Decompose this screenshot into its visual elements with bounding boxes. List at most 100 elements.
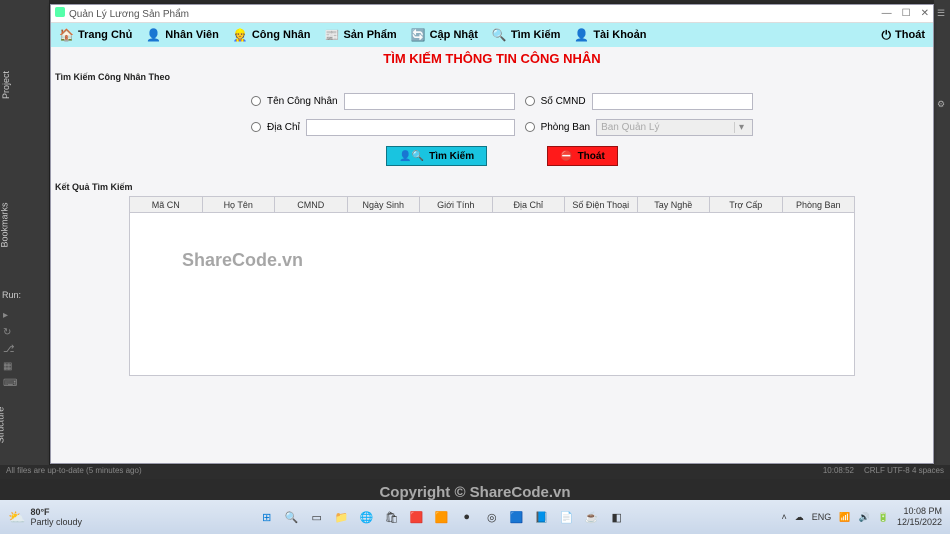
java-icon[interactable]: ☕ (582, 507, 602, 527)
input-name[interactable] (344, 93, 515, 110)
ide-tab-bookmarks[interactable]: Bookmarks (0, 202, 10, 247)
status-encoding: CRLF UTF-8 4 spaces (864, 466, 944, 478)
home-icon: 🏠 (59, 28, 74, 42)
col-dia-chi[interactable]: Địa Chỉ (493, 197, 566, 212)
combo-dept[interactable]: Ban Quản Lý ▾ (596, 119, 753, 136)
search-icon: 🔍 (492, 28, 507, 42)
menu-search[interactable]: 🔍 Tìm Kiếm (492, 28, 560, 42)
radio-dept[interactable] (525, 122, 535, 132)
col-gioi-tinh[interactable]: Giới Tính (420, 197, 493, 212)
tray-battery-icon[interactable]: 🔋 (878, 512, 889, 523)
tray-clock[interactable]: 10:08 PM 12/15/2022 (897, 506, 942, 528)
status-left: All files are up-to-date (5 minutes ago) (6, 466, 142, 478)
menu-bar: 🏠Trang Chủ 👤 Nhân Viên 👷Công Nhân 📰Sản Ph… (51, 23, 933, 47)
news-icon: 📰 (325, 28, 340, 42)
col-ho-ten[interactable]: Họ Tên (203, 197, 276, 212)
taskbar-search-icon[interactable]: 🔍 (282, 507, 302, 527)
radio-cmnd[interactable] (525, 96, 535, 106)
taskbar-weather[interactable]: ⛅ 80°F Partly cloudy (0, 507, 110, 527)
exit-button[interactable]: ⛔ Thoát (547, 146, 618, 166)
col-tay-nghe[interactable]: Tay Nghề (638, 197, 711, 212)
tray-volume-icon[interactable]: 🔊 (859, 512, 870, 523)
search-person-icon: 👤🔍 (399, 151, 424, 162)
input-address[interactable] (306, 119, 515, 136)
ide-tab-structure[interactable]: Structure (0, 407, 5, 444)
menu-exit[interactable]: ⏻Thoát (882, 28, 925, 43)
col-tro-cap[interactable]: Trợ Cấp (710, 197, 783, 212)
notif-icon[interactable]: ☰ (937, 8, 945, 19)
gear-icon[interactable]: ⚙ (937, 99, 945, 110)
explorer-icon[interactable]: 📁 (332, 507, 352, 527)
menu-staff-label: Nhân Viên (165, 29, 219, 41)
menu-account[interactable]: 👤Tài Khoản (574, 28, 646, 42)
ide-tab-project[interactable]: Project (1, 71, 11, 99)
tray-wifi-icon[interactable]: 📶 (839, 512, 850, 523)
result-grid[interactable]: Mã CN Họ Tên CMND Ngày Sinh Giới Tính Đị… (129, 196, 855, 376)
status-time: 10:08:52 (823, 466, 854, 478)
taskbar-center: ⊞ 🔍 ▭ 📁 🌐 🛍 🟥 🟧 ● ◎ 🟦 📘 📄 ☕ ◧ (110, 507, 774, 527)
menu-update[interactable]: 🔄 Cập Nhật (411, 28, 478, 42)
minimize-icon[interactable]: — (882, 8, 892, 19)
window-title: Quản Lý Lương Sản Phẩm (69, 9, 189, 20)
app-icon (55, 7, 65, 17)
menu-home[interactable]: 🏠Trang Chủ (59, 28, 132, 42)
app5-icon[interactable]: 📄 (557, 507, 577, 527)
label-address: Địa Chỉ (267, 122, 300, 133)
menu-staff[interactable]: 👤 Nhân Viên (146, 28, 219, 42)
menu-worker[interactable]: 👷Công Nhân (233, 28, 311, 42)
chevron-down-icon: ▾ (734, 122, 748, 133)
ide-left-gutter: Project Bookmarks Structure Run: ▸ ↻ ⎇ ▦… (0, 0, 50, 465)
label-cmnd: Số CMND (541, 96, 586, 107)
col-sdt[interactable]: Số Điện Thoại (565, 197, 638, 212)
refresh-icon: 🔄 (411, 28, 426, 42)
close-icon[interactable]: ✕ (921, 8, 929, 19)
system-tray[interactable]: ˄ ☁ ENG 📶 🔊 🔋 10:08 PM 12/15/2022 (774, 506, 950, 528)
exit-button-label: Thoát (578, 151, 605, 162)
start-icon[interactable]: ⊞ (257, 507, 277, 527)
windows-taskbar[interactable]: ⛅ 80°F Partly cloudy ⊞ 🔍 ▭ 📁 🌐 🛍 🟥 🟧 ● ◎… (0, 500, 950, 534)
tray-onedrive-icon[interactable]: ☁ (795, 512, 804, 523)
person-icon: 👤 (146, 28, 161, 42)
app4-icon[interactable]: 🟦 (507, 507, 527, 527)
store-icon[interactable]: 🛍 (382, 507, 402, 527)
menu-search-label: Tìm Kiếm (511, 29, 561, 41)
word-icon[interactable]: 📘 (532, 507, 552, 527)
col-cmnd[interactable]: CMND (275, 197, 348, 212)
weather-icon: ⛅ (8, 509, 25, 526)
task-view-icon[interactable]: ▭ (307, 507, 327, 527)
vcs-icon[interactable]: ⎇ (3, 344, 17, 355)
run-icon[interactable]: ▸ (3, 310, 17, 321)
col-phong-ban[interactable]: Phòng Ban (783, 197, 855, 212)
menu-update-label: Cập Nhật (430, 29, 478, 41)
menu-product-label: Sản Phẩm (343, 29, 396, 41)
title-bar[interactable]: Quản Lý Lương Sản Phẩm — ☐ ✕ (51, 5, 933, 23)
tray-chevron-icon[interactable]: ˄ (782, 512, 787, 522)
sync-icon[interactable]: ↻ (3, 327, 17, 338)
menu-product[interactable]: 📰Sản Phẩm (325, 28, 397, 42)
search-button[interactable]: 👤🔍 Tìm Kiếm (386, 146, 487, 166)
edge-icon[interactable]: 🌐 (357, 507, 377, 527)
term-icon[interactable]: ⌨ (3, 378, 17, 389)
combo-dept-value: Ban Quản Lý (601, 122, 659, 133)
maximize-icon[interactable]: ☐ (902, 8, 911, 19)
radio-address[interactable] (251, 122, 261, 132)
ide-run-label: Run: (2, 290, 21, 300)
cancel-icon: ⛔ (560, 151, 572, 162)
watermark-copyright: Copyright © ShareCode.vn (0, 484, 950, 501)
chrome-icon[interactable]: ◎ (482, 507, 502, 527)
search-button-label: Tìm Kiếm (429, 151, 474, 162)
account-icon: 👤 (574, 28, 589, 42)
intellij-icon[interactable]: ◧ (607, 507, 627, 527)
col-ma-cn[interactable]: Mã CN (130, 197, 203, 212)
ide-status-bar: All files are up-to-date (5 minutes ago)… (0, 465, 950, 479)
app3-icon[interactable]: ● (457, 507, 477, 527)
app2-icon[interactable]: 🟧 (432, 507, 452, 527)
tray-lang[interactable]: ENG (812, 512, 832, 522)
grid-icon[interactable]: ▦ (3, 361, 17, 372)
col-ngay-sinh[interactable]: Ngày Sinh (348, 197, 421, 212)
power-icon: ⏻ (882, 28, 892, 43)
app1-icon[interactable]: 🟥 (407, 507, 427, 527)
input-cmnd[interactable] (592, 93, 753, 110)
radio-name[interactable] (251, 96, 261, 106)
ide-right-gutter: ☰ ⚙ (934, 0, 950, 465)
